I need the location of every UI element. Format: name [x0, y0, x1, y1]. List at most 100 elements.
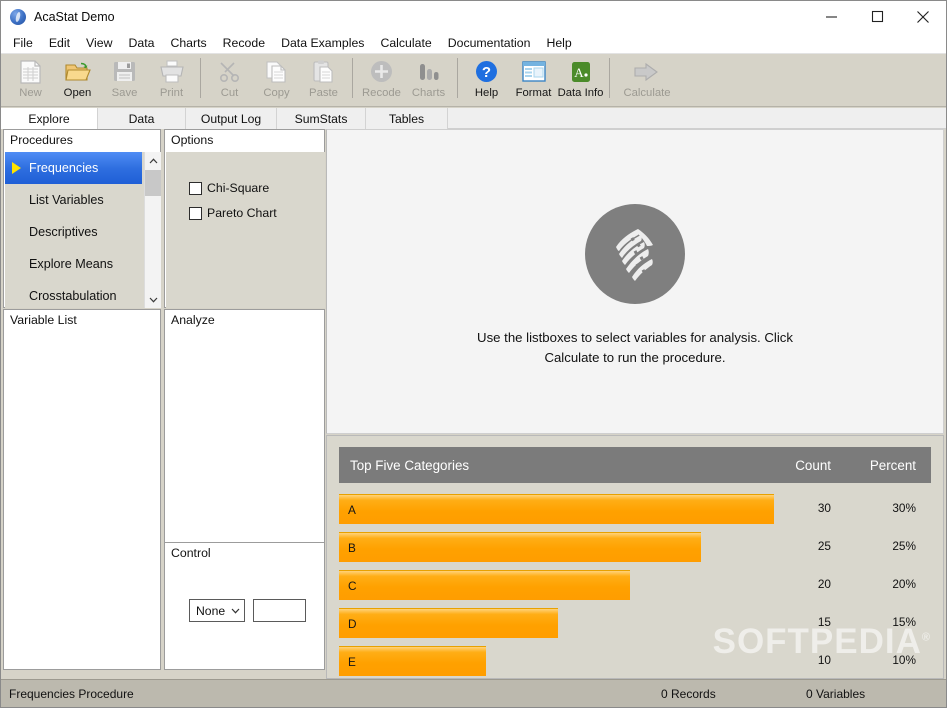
chart-percent-value: 30%	[892, 501, 916, 515]
svg-text:?: ?	[482, 64, 491, 81]
chart-bar: B	[339, 532, 701, 562]
toolbar-recode-button[interactable]: Recode	[358, 54, 405, 105]
menu-help[interactable]: Help	[538, 33, 579, 53]
toolbar-save-button[interactable]: Save	[101, 54, 148, 105]
toolbar-paste-button[interactable]: Paste	[300, 54, 347, 105]
control-title: Control	[165, 543, 324, 563]
toolbar-separator	[609, 58, 610, 98]
toolbar-cut-label: Cut	[220, 87, 239, 99]
message-line-1: Use the listboxes to select variables fo…	[477, 330, 793, 345]
checkbox-pareto-chart[interactable]: Pareto Chart	[189, 206, 325, 220]
toolbar-recode-label: Recode	[362, 87, 401, 99]
scroll-down-icon[interactable]	[145, 291, 161, 308]
chart-column-percent: Percent	[869, 457, 916, 473]
chevron-down-icon	[231, 606, 240, 616]
checkbox-box-icon[interactable]	[189, 181, 202, 195]
green-a-icon: A	[569, 57, 593, 86]
scissors-icon	[217, 57, 242, 86]
variable-list-title: Variable List	[4, 310, 160, 330]
analyze-panel[interactable]: Analyze	[164, 309, 325, 543]
control-panel: Control None	[164, 542, 325, 670]
menu-file[interactable]: File	[5, 33, 41, 53]
procedures-scrollbar[interactable]	[144, 152, 161, 308]
tab-bar: Explore Data Output Log SumStats Tables	[1, 108, 946, 129]
menu-documentation[interactable]: Documentation	[440, 33, 539, 53]
options-panel: Options Chi-Square Pareto Chart	[164, 129, 325, 308]
question-circle-icon: ?	[474, 57, 499, 86]
new-document-icon	[18, 57, 44, 86]
toolbar-cut-button[interactable]: Cut	[206, 54, 253, 105]
chart-row: A 30 30%	[339, 490, 931, 528]
chart-bar: C	[339, 570, 630, 600]
menu-charts[interactable]: Charts	[162, 33, 214, 53]
options-body: Chi-Square Pareto Chart	[166, 152, 325, 308]
procedure-label: Crosstabulation	[29, 289, 117, 303]
tab-tables[interactable]: Tables	[366, 108, 448, 129]
maximize-icon[interactable]	[854, 1, 900, 32]
procedure-item-crosstabulation[interactable]: Crosstabulation	[5, 280, 161, 308]
procedure-item-descriptives[interactable]: Descriptives	[5, 216, 161, 248]
checkbox-chi-square[interactable]: Chi-Square	[189, 152, 325, 195]
toolbar-data-info-button[interactable]: A Data Info	[557, 54, 604, 105]
acastat-app-icon	[10, 8, 26, 25]
minimize-icon[interactable]	[808, 1, 854, 32]
tab-data[interactable]: Data	[98, 108, 186, 129]
bar-chart-icon	[416, 57, 441, 86]
menu-bar: File Edit View Data Charts Recode Data E…	[1, 32, 946, 54]
floppy-disk-icon	[112, 57, 137, 86]
tab-explore[interactable]: Explore	[1, 108, 98, 129]
procedure-item-frequencies[interactable]: Frequencies	[5, 152, 142, 184]
menu-data[interactable]: Data	[120, 33, 162, 53]
status-variables: 0 Variables	[806, 686, 866, 701]
control-widgets: None	[189, 599, 306, 622]
tab-output-log[interactable]: Output Log	[186, 108, 277, 129]
chart-rows: A 30 30% B 25 25% C 20 20% D 15 15% E 10…	[339, 490, 931, 678]
toolbar-copy-label: Copy	[263, 87, 290, 99]
procedures-list[interactable]: Frequencies List Variables Descriptives …	[5, 152, 161, 308]
toolbar-help-label: Help	[474, 87, 499, 99]
checkbox-box-icon[interactable]	[189, 206, 202, 220]
toolbar-format-button[interactable]: Format	[510, 54, 557, 105]
left-column: Procedures Frequencies List Variables De…	[3, 129, 163, 679]
chart-bar-label: D	[348, 616, 357, 631]
toolbar-open-button[interactable]: Open	[54, 54, 101, 105]
copy-pages-icon	[264, 57, 289, 86]
message-line-2: Calculate to run the procedure.	[544, 350, 726, 365]
chart-bar-label: B	[348, 540, 356, 555]
toolbar: New Open Save Print Cut Copy Paste Recod…	[1, 54, 946, 107]
message-text: Use the listboxes to select variables fo…	[327, 328, 943, 368]
chart-bar-label: E	[348, 654, 356, 669]
scroll-up-icon[interactable]	[145, 152, 161, 169]
close-icon[interactable]	[900, 1, 946, 32]
menu-edit[interactable]: Edit	[41, 33, 78, 53]
toolbar-separator	[352, 58, 353, 98]
toolbar-help-button[interactable]: ? Help	[463, 54, 510, 105]
menu-view[interactable]: View	[78, 33, 120, 53]
menu-calculate[interactable]: Calculate	[372, 33, 439, 53]
selected-arrow-icon	[12, 162, 21, 174]
window-format-icon	[521, 57, 547, 86]
toolbar-calculate-button[interactable]: Calculate	[615, 54, 679, 105]
menu-recode[interactable]: Recode	[215, 33, 273, 53]
chart-bar-label: C	[348, 578, 357, 593]
procedure-item-list-variables[interactable]: List Variables	[5, 184, 161, 216]
chart-count-value: 30	[817, 501, 831, 515]
chart-count-value: 20	[817, 577, 831, 591]
toolbar-new-button[interactable]: New	[7, 54, 54, 105]
toolbar-print-button[interactable]: Print	[148, 54, 195, 105]
toolbar-charts-button[interactable]: Charts	[405, 54, 452, 105]
chart-row: C 20 20%	[339, 566, 931, 604]
menu-data-examples[interactable]: Data Examples	[273, 33, 372, 53]
control-select[interactable]: None	[189, 599, 245, 622]
scrollbar-thumb[interactable]	[145, 170, 161, 196]
tab-sumstats[interactable]: SumStats	[277, 108, 366, 129]
middle-column: Options Chi-Square Pareto Chart Analyze …	[164, 129, 325, 679]
status-records: 0 Records	[661, 686, 716, 701]
procedure-item-explore-means[interactable]: Explore Means	[5, 248, 161, 280]
toolbar-copy-button[interactable]: Copy	[253, 54, 300, 105]
control-select-value: None	[196, 603, 226, 618]
variable-list-panel[interactable]: Variable List	[3, 309, 161, 670]
chart-header-row: Top Five Categories Count Percent	[339, 447, 931, 483]
control-text-input[interactable]	[253, 599, 306, 622]
application-window: AcaStat Demo File Edit View Data Charts …	[0, 0, 947, 708]
